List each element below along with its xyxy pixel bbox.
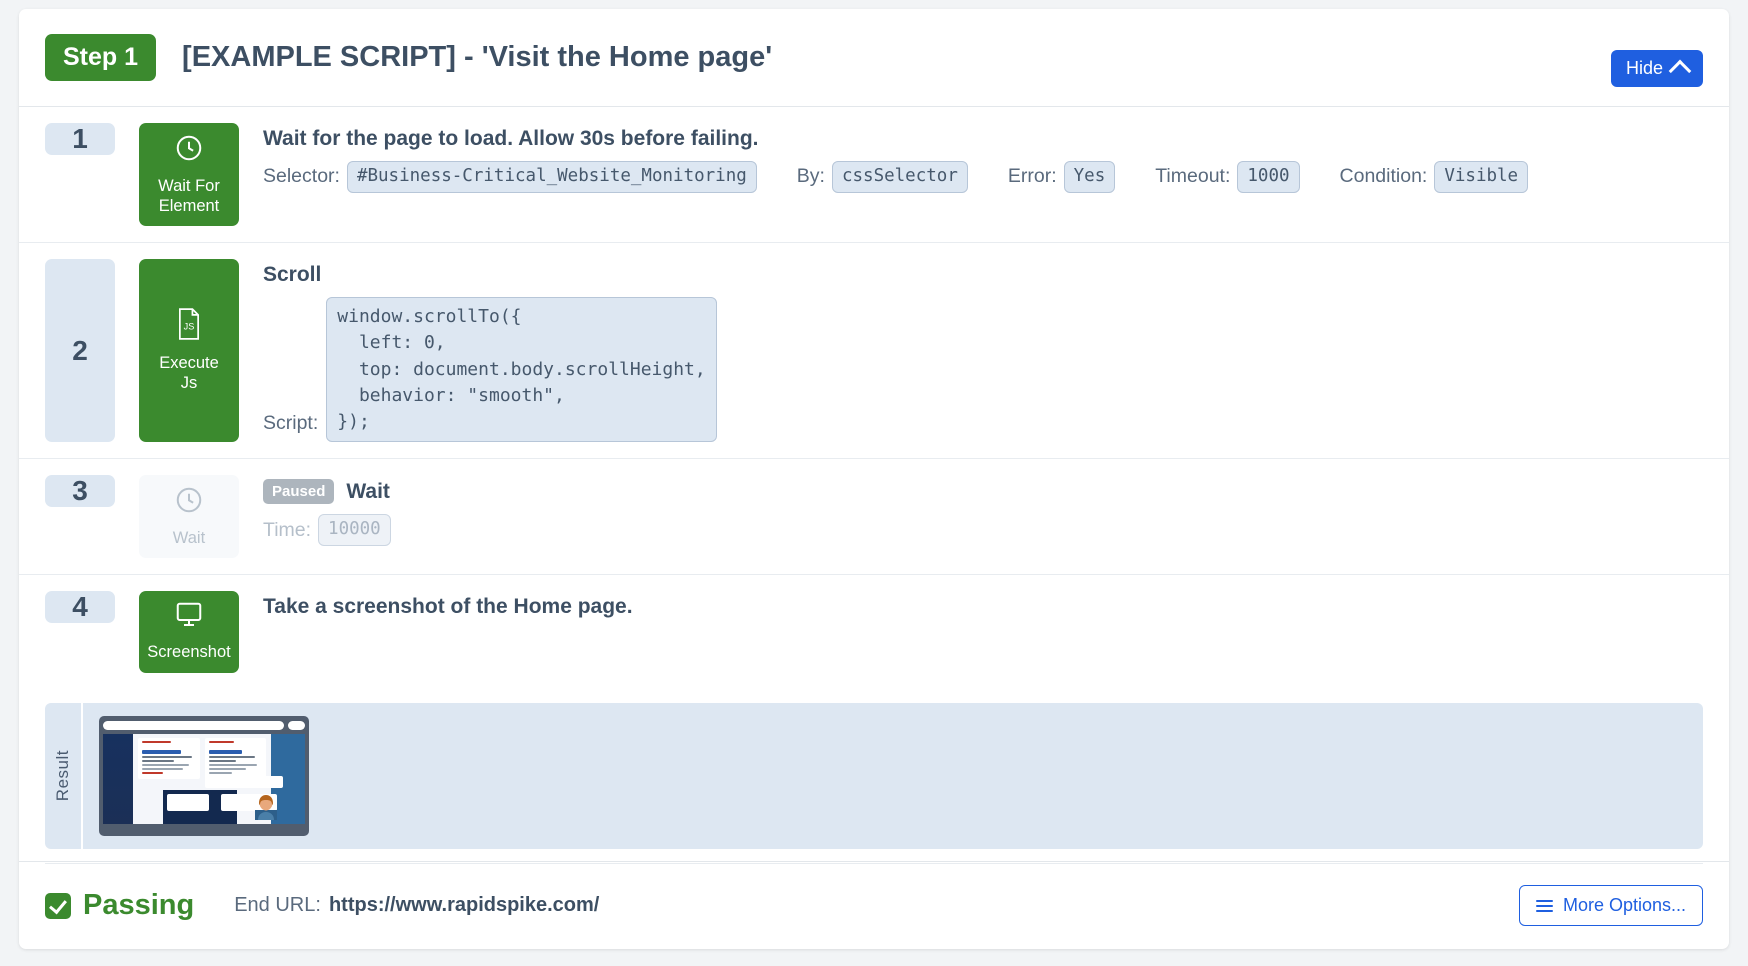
step-title: Wait — [346, 479, 390, 503]
step-detail: Scroll Script: window.scrollTo({ left: 0… — [263, 259, 1703, 442]
param-value[interactable]: 10000 — [318, 514, 391, 547]
result-label: Result — [45, 703, 81, 850]
param-label: Script: — [263, 411, 319, 434]
step-detail: Take a screenshot of the Home page. — [263, 591, 1703, 629]
screenshot-thumbnail[interactable] — [99, 716, 309, 837]
step-type-badge: Screenshot — [139, 591, 239, 674]
thumbnail-left-panel — [103, 734, 133, 825]
step-type-badge: Wait — [139, 474, 239, 559]
step-type-label-line1: Execute — [159, 353, 219, 372]
param-label: Selector: — [263, 165, 340, 188]
thumbnail-browser-bar — [103, 720, 305, 731]
param-selector: Selector: #Business-Critical_Website_Mon… — [263, 161, 757, 193]
param-condition: Condition: Visible — [1340, 161, 1529, 193]
result-body — [81, 703, 1703, 850]
hamburger-icon — [1535, 897, 1553, 915]
step-title-wrap: Paused Wait — [263, 478, 1703, 505]
step-row[interactable]: 2 JS Execute Js Scroll Script: window.sc… — [19, 243, 1729, 459]
result-label-text: Result — [53, 750, 72, 802]
card-footer: Passing End URL: https://www.rapidspike.… — [19, 861, 1729, 949]
result-row: Result — [45, 703, 1703, 865]
thumbnail-widget — [167, 794, 209, 812]
step-number: 3 — [45, 474, 115, 507]
step-type-label-line1: Screenshot — [147, 643, 231, 662]
step-badge: Step 1 — [45, 34, 157, 81]
svg-text:JS: JS — [184, 322, 195, 332]
clock-icon — [174, 133, 204, 169]
thumbnail-browser-button — [288, 721, 305, 731]
param-label: Condition: — [1339, 165, 1428, 188]
step-title: Scroll — [263, 263, 322, 287]
hide-button[interactable]: Hide — [1610, 50, 1703, 87]
step-row[interactable]: 4 Screenshot Take a screenshot of the Ho… — [19, 575, 1729, 689]
param-time: Time: 10000 — [263, 514, 391, 547]
page-title: [EXAMPLE SCRIPT] - 'Visit the Home page' — [182, 41, 773, 73]
more-options-label: More Options... — [1562, 895, 1686, 915]
param-value[interactable]: #Business-Critical_Website_Monitoring — [346, 161, 757, 193]
param-timeout: Timeout: 1000 — [1155, 161, 1300, 193]
thumbnail-card — [138, 738, 200, 780]
param-label: Timeout: — [1155, 165, 1231, 188]
step-type-label-line2: Element — [158, 196, 220, 215]
step-detail: Wait for the page to load. Allow 30s bef… — [263, 123, 1703, 193]
step-number: 4 — [45, 591, 115, 624]
thumbnail-cards — [133, 734, 271, 780]
status-badge: Paused — [263, 478, 335, 505]
step-detail: Paused Wait Time: 10000 — [263, 475, 1703, 547]
step-row[interactable]: 3 Wait Paused Wait Time: 10000 — [19, 459, 1729, 576]
step-type-label-line1: Wait For — [158, 176, 220, 195]
step-number: 2 — [45, 259, 115, 442]
card-header: Step 1 [EXAMPLE SCRIPT] - 'Visit the Hom… — [19, 9, 1729, 107]
end-url-group: End URL: https://www.rapidspike.com/ — [234, 894, 599, 917]
step-params: Selector: #Business-Critical_Website_Mon… — [263, 161, 1703, 193]
param-label: Error: — [1007, 165, 1057, 188]
check-icon — [45, 892, 71, 919]
step-type-label-line1: Wait — [172, 528, 206, 547]
hide-button-label: Hide — [1625, 58, 1663, 78]
param-label: By: — [796, 165, 825, 188]
thumbnail-lower-band — [163, 776, 283, 825]
param-value[interactable]: Visible — [1434, 161, 1529, 193]
param-by: By: cssSelector — [797, 161, 968, 193]
thumbnail-content — [133, 734, 283, 825]
step-title: Wait for the page to load. Allow 30s bef… — [263, 127, 759, 150]
clock-icon — [174, 485, 204, 521]
status-text: Passing — [83, 889, 195, 921]
thumbnail-url-bar — [103, 721, 284, 731]
script-code[interactable]: window.scrollTo({ left: 0, top: document… — [326, 297, 717, 442]
param-value[interactable]: 1000 — [1237, 161, 1300, 193]
script-step-card: Step 1 [EXAMPLE SCRIPT] - 'Visit the Hom… — [19, 9, 1729, 949]
chevron-up-icon — [1668, 59, 1692, 82]
thumbnail-card — [204, 738, 266, 780]
step-type-badge: JS Execute Js — [139, 259, 239, 442]
step-type-label-line2: Js — [180, 373, 198, 392]
thumbnail-person-image — [255, 795, 277, 821]
steps-list: 1 Wait For Element Wait for the page to … — [19, 107, 1729, 865]
thumbnail-page — [103, 734, 305, 825]
step-params: Time: 10000 — [263, 514, 1703, 547]
step-type-badge: Wait For Element — [139, 123, 239, 227]
param-label: Time: — [263, 518, 312, 541]
step-title: Take a screenshot of the Home page. — [263, 595, 633, 619]
script-param: Script: window.scrollTo({ left: 0, top: … — [263, 297, 1703, 442]
end-url-label: End URL: — [234, 894, 321, 916]
more-options-button[interactable]: More Options... — [1518, 885, 1703, 926]
monitor-icon — [174, 601, 204, 635]
step-row[interactable]: 1 Wait For Element Wait for the page to … — [19, 107, 1729, 244]
thumbnail-widget — [205, 776, 283, 789]
step-number: 1 — [45, 123, 115, 155]
param-error: Error: Yes — [1007, 161, 1116, 193]
end-url-value[interactable]: https://www.rapidspike.com/ — [329, 894, 599, 917]
param-value[interactable]: Yes — [1063, 161, 1116, 193]
js-file-icon: JS — [175, 308, 203, 346]
param-value[interactable]: cssSelector — [831, 161, 968, 193]
status-group: Passing — [45, 889, 194, 922]
